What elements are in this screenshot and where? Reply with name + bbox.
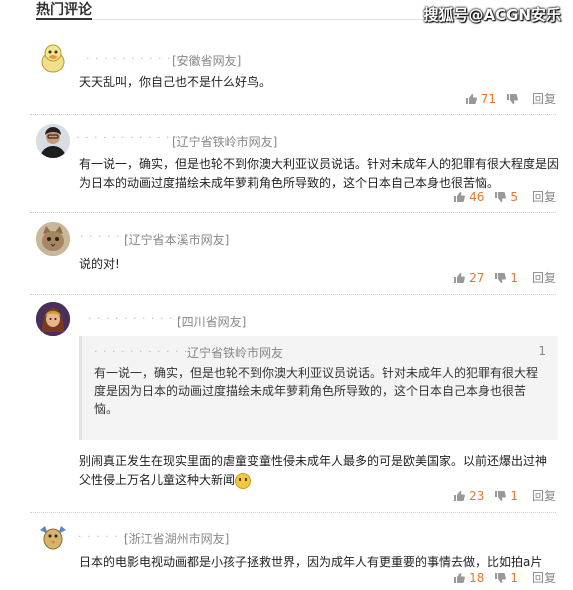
quoted-text: 有一说一，确实，但是也轮不到你澳大利亚议员说话。针对未成年人的犯罪有很大程度是因… xyxy=(94,366,539,416)
like-count: 27 xyxy=(469,270,485,285)
avatar[interactable] xyxy=(36,302,70,336)
comment-divider xyxy=(30,512,556,513)
avatar[interactable] xyxy=(36,42,70,76)
avatar[interactable] xyxy=(36,520,70,554)
comment-actions: 18 1 回复 xyxy=(443,569,556,586)
dislike-button[interactable]: 1 xyxy=(494,571,518,585)
comment-text: 别闹真正发生在现实里面的虐童变童性侵未成年人最多的可是欧美国家。以前还爆出过神父… xyxy=(79,452,555,490)
dislike-button[interactable]: 1 xyxy=(494,271,518,285)
avatar[interactable] xyxy=(36,222,70,256)
thumbs-up-icon xyxy=(454,272,465,283)
avatar[interactable] xyxy=(36,124,70,158)
reply-button[interactable]: 回复 xyxy=(532,269,556,286)
thumbs-down-icon xyxy=(495,490,507,501)
user-location: [安徽省网友] xyxy=(172,54,242,68)
hot-comments-header: 热门评论 搜狐号@ACGN安乐 xyxy=(0,0,573,24)
like-button[interactable]: 71 xyxy=(465,92,496,106)
comment-actions: 46 5 回复 xyxy=(443,188,556,205)
comment-actions: 71 回复 xyxy=(455,90,556,107)
like-count: 18 xyxy=(469,570,485,585)
like-button[interactable]: 27 xyxy=(453,271,484,285)
bird-avatar-icon xyxy=(36,520,70,554)
dislike-count: 1 xyxy=(510,570,518,585)
section-title: 热门评论 xyxy=(36,2,92,18)
smile-emoji-icon xyxy=(235,472,252,489)
dislike-button[interactable] xyxy=(506,93,518,105)
comment-text-content: 别闹真正发生在现实里面的虐童变童性侵未成年人最多的可是欧美国家。以前还爆出过神父… xyxy=(79,454,548,487)
watermark: 搜狐号@ACGN安乐 xyxy=(423,6,561,24)
header-accent-bar xyxy=(36,18,92,20)
user-location: [四川省网友] xyxy=(177,315,247,329)
reply-button[interactable]: 回复 xyxy=(532,569,556,586)
person-avatar-icon xyxy=(36,124,70,158)
character-avatar-icon xyxy=(36,302,70,336)
like-button[interactable]: 46 xyxy=(453,190,484,204)
comment-item: · · · · · · · · · · [浙江省湖州市网友] 日本的电影电视动画… xyxy=(30,518,556,590)
like-count: 71 xyxy=(480,91,496,106)
dislike-count: 1 xyxy=(510,270,518,285)
thumbs-down-icon xyxy=(495,191,507,202)
thumbs-up-icon xyxy=(454,572,465,583)
like-count: 23 xyxy=(469,488,485,503)
duck-avatar-icon xyxy=(41,44,65,73)
like-count: 46 xyxy=(469,189,485,204)
reply-button[interactable]: 回复 xyxy=(532,487,556,504)
quoted-comment: · · · · · · · · · · · · · 辽宁省铁岭市网友 1 有一说… xyxy=(79,336,558,440)
cat-avatar-icon xyxy=(36,222,70,256)
reply-button[interactable]: 回复 xyxy=(532,90,556,107)
quoted-location: 辽宁省铁岭市网友 xyxy=(187,346,284,360)
thumbs-up-icon xyxy=(454,490,465,501)
thumbs-down-icon xyxy=(495,572,507,583)
thumbs-down-icon xyxy=(495,272,507,283)
user-location: [辽宁省铁岭市网友] xyxy=(172,135,278,149)
dislike-count: 1 xyxy=(510,488,518,503)
comment-item: · · · · · · · · · · · · · · [安徽省网友] 天天乱叫… xyxy=(30,40,556,110)
like-button[interactable]: 18 xyxy=(453,571,484,585)
comment-divider xyxy=(30,114,556,115)
thumbs-down-icon xyxy=(506,93,518,104)
thumbs-up-icon xyxy=(465,93,477,104)
quoted-floor-number: 1 xyxy=(538,344,546,358)
reply-button[interactable]: 回复 xyxy=(532,188,556,205)
comment-divider xyxy=(30,294,556,295)
comment-divider xyxy=(30,212,556,213)
comment-item: · · · · · · · · · · · · · · · · [辽宁省铁岭市网… xyxy=(30,122,559,208)
comment-item: · · · · · · · · · [辽宁省本溪市网友] 说的对! 27 1 回… xyxy=(30,220,556,288)
thumbs-up-icon xyxy=(454,191,465,202)
dislike-button[interactable]: 1 xyxy=(494,489,518,503)
user-location: [浙江省湖州市网友] xyxy=(124,532,230,546)
comment-item: · · · · · · · · · · · · · [四川省网友] · · · … xyxy=(30,302,558,508)
comment-actions: 23 1 回复 xyxy=(443,487,556,504)
dislike-count: 5 xyxy=(510,189,518,204)
dislike-button[interactable]: 5 xyxy=(494,190,518,204)
like-button[interactable]: 23 xyxy=(453,489,484,503)
comment-actions: 27 1 回复 xyxy=(443,269,556,286)
user-location: [辽宁省本溪市网友] xyxy=(124,233,230,247)
